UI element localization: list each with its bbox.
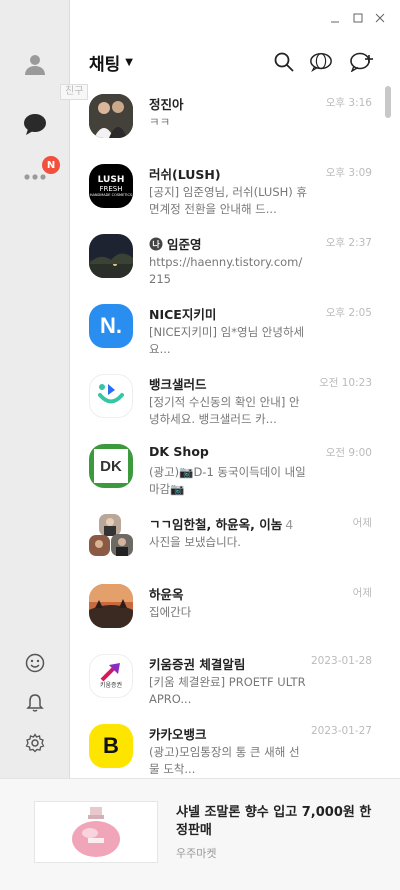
emoticon-icon[interactable] [22, 650, 48, 676]
notification-badge: N [42, 156, 60, 174]
sidebar: N [0, 0, 70, 778]
chat-row[interactable]: 키움증권 키움증권 체결알림 [키움 체결완료] PROETF ULTRAPRO… [70, 654, 386, 722]
chat-row[interactable]: N. NICE지키미 [NICE지키미] 임*영님 안녕하세요... 오후 2:… [70, 304, 386, 372]
scrollbar[interactable] [385, 86, 391, 118]
maximize-icon[interactable] [350, 10, 366, 26]
member-count: 4 [285, 517, 294, 532]
my-chat-icon: 나 [149, 237, 163, 250]
chat-preview: (광고)모임통장의 통 큰 새해 선물 도착... [149, 745, 300, 776]
svg-text:나: 나 [152, 239, 160, 249]
chat-name: NICE지키미 [149, 307, 217, 322]
minimize-icon[interactable] [327, 10, 343, 26]
close-icon[interactable] [372, 10, 388, 26]
chat-name: 러쉬(LUSH) [149, 167, 221, 182]
chat-name-text: ㄱㄱ임한철, 하윤옥, 이놈 [149, 517, 283, 532]
chat-time: 오후 3:09 [325, 167, 372, 179]
ad-subtitle: 우주마켓 [176, 847, 217, 860]
chat-preview: (광고)📷D-1 동국이득데이 내일마감📷 [149, 465, 306, 496]
avatar: LUSH FRESH HANDMADE COSMETICS [89, 164, 133, 208]
nice-logo-text: N. [100, 313, 122, 338]
chat-row[interactable]: 나 임준영 https://haenny.tistory.com/215 오후 … [70, 234, 386, 302]
friends-icon[interactable] [22, 51, 48, 77]
chat-time: 오후 2:05 [325, 307, 372, 319]
chat-dropdown[interactable]: 채팅 ▼ [89, 50, 133, 75]
avatar: 키움증권 [89, 654, 133, 698]
avatar [89, 584, 133, 628]
open-chat-icon[interactable] [309, 50, 333, 74]
kakaobank-logo-text: B [103, 733, 119, 758]
chat-time: 오전 10:23 [319, 377, 372, 389]
kiwoom-logo-text: 키움증권 [99, 682, 123, 689]
ad-image [34, 801, 158, 863]
ad-title: 샤넬 조말론 향수 입고 7,000원 한정판매 [176, 805, 372, 838]
ad-banner[interactable]: 샤넬 조말론 향수 입고 7,000원 한정판매 우주마켓 [0, 778, 400, 890]
chat-row[interactable]: B 카카오뱅크 (광고)모임통장의 통 큰 새해 선물 도착... 2023-0… [70, 724, 386, 778]
chat-time: 오후 2:37 [325, 237, 372, 249]
chat-name: 나 임준영 [149, 234, 202, 253]
chat-row[interactable]: 하윤옥 집에간다 어제 [70, 584, 386, 652]
lush-logo-text: LUSH [97, 174, 125, 185]
avatar [89, 234, 133, 278]
lush-logo-sub2: HANDMADE COSMETICS [89, 192, 133, 197]
chat-icon[interactable] [22, 111, 48, 137]
chat-row[interactable]: ㄱㄱ임한철, 하윤옥, 이놈 4 사진을 보냈습니다. 어제 [70, 514, 386, 582]
avatar: B [89, 724, 133, 768]
chat-row[interactable]: 뱅크샐러드 [정기적 수신동의 확인 안내] 안녕하세요. 뱅크샐러드 카...… [70, 374, 386, 442]
chat-name: 정진아 [149, 97, 184, 112]
chat-preview: [키움 체결완료] PROETF ULTRAPRO... [149, 675, 306, 706]
bell-icon[interactable] [22, 690, 48, 716]
search-icon[interactable] [272, 50, 296, 74]
new-chat-icon[interactable] [350, 50, 374, 74]
chat-list: 정진아 ㅋㅋ 오후 3:16 LUSH FRESH HANDMADE COSME… [70, 86, 386, 778]
chat-time: 2023-01-28 [310, 655, 372, 667]
chat-row[interactable]: LUSH FRESH HANDMADE COSMETICS 러쉬(LUSH) [… [70, 164, 386, 232]
chat-time: 오후 3:16 [325, 97, 372, 109]
chat-preview: [공지] 임준영님, 러쉬(LUSH) 휴면계정 전환을 안내해 드... [149, 185, 307, 216]
chat-time: 어제 [352, 587, 372, 599]
chat-row[interactable]: 정진아 ㅋㅋ 오후 3:16 [70, 94, 386, 162]
chat-preview: [NICE지키미] 임*영님 안녕하세요... [149, 325, 305, 356]
chat-name-text: 임준영 [167, 237, 202, 252]
chat-preview: 집에간다 [149, 605, 192, 619]
chat-name: 키움증권 체결알림 [149, 657, 246, 672]
chat-name: 카카오뱅크 [149, 727, 207, 742]
dk-logo-text: DK [94, 449, 128, 483]
lush-logo-sub: FRESH [99, 184, 123, 193]
avatar [89, 94, 133, 138]
avatar: DK [89, 444, 133, 488]
kiwoom-logo-icon [100, 663, 120, 682]
group-avatar [89, 514, 133, 558]
chat-name: 하윤옥 [149, 587, 184, 602]
chevron-down-icon: ▼ [125, 57, 133, 68]
chat-name: DK Shop [149, 444, 209, 459]
chat-name: 뱅크샐러드 [149, 377, 207, 392]
chat-row[interactable]: DK DK Shop (광고)📷D-1 동국이득데이 내일마감📷 오전 9:00 [70, 444, 386, 512]
page-title: 채팅 [89, 55, 121, 75]
chat-preview: 사진을 보냈습니다. [149, 535, 241, 549]
settings-gear-icon[interactable] [22, 730, 48, 756]
chat-time: 어제 [352, 517, 372, 529]
chat-name: ㄱㄱ임한철, 하윤옥, 이놈 4 [149, 514, 293, 533]
chat-time: 2023-01-27 [310, 725, 372, 737]
chat-preview: ㅋㅋ [149, 115, 171, 129]
avatar: N. [89, 304, 133, 348]
avatar [89, 374, 133, 418]
chat-preview: [정기적 수신동의 확인 안내] 안녕하세요. 뱅크샐러드 카... [149, 395, 300, 426]
chat-preview: https://haenny.tistory.com/215 [149, 255, 303, 286]
chat-time: 오전 9:00 [325, 447, 372, 459]
